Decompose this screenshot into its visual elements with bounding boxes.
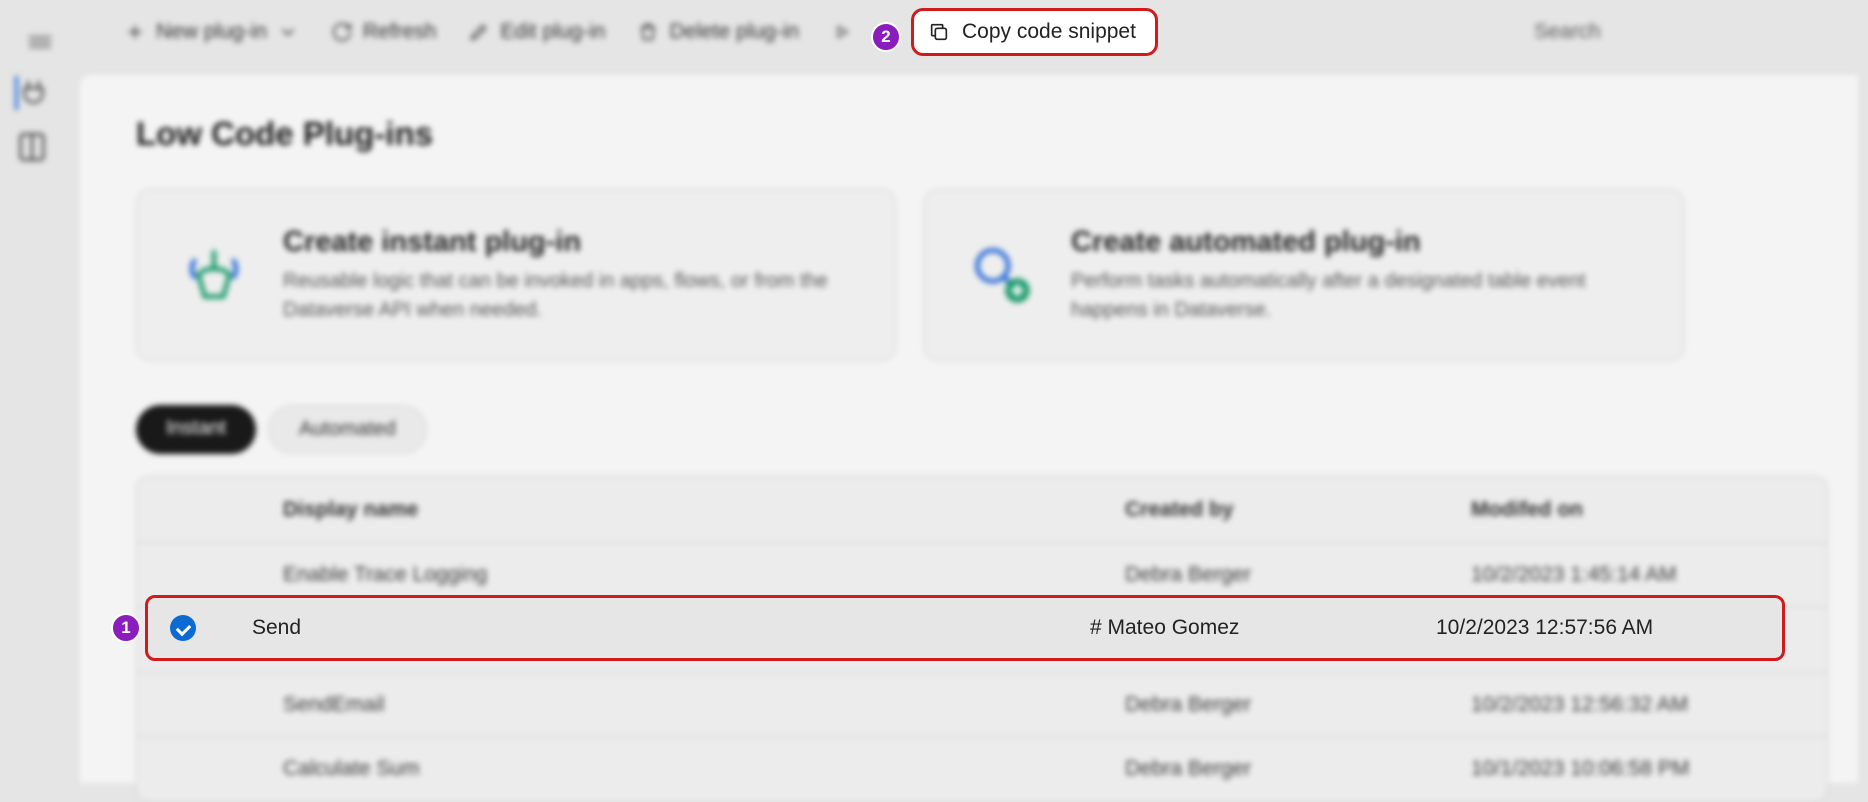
chevron-down-icon (277, 21, 299, 43)
cell-created: Debra Berger (1125, 563, 1471, 587)
cell-modified: 10/2/2023 1:45:14 AM (1471, 563, 1817, 587)
col-modified-on[interactable]: Modifed on (1471, 498, 1817, 522)
book-icon (15, 130, 49, 164)
rail-item-library[interactable] (15, 130, 49, 164)
plug-icon (18, 78, 49, 109)
table-row[interactable]: SendEmail Debra Berger 10/2/2023 12:56:3… (137, 673, 1827, 737)
main-content: Low Code Plug-ins Create instant plug-in… (80, 75, 1858, 783)
tab-instant[interactable]: Instant (136, 405, 256, 454)
card-automated-plugin[interactable]: Create automated plug-in Perform tasks a… (924, 189, 1684, 361)
rail-item-plugins[interactable] (15, 76, 49, 110)
play-icon (833, 23, 851, 41)
col-display-name[interactable]: Display name (203, 498, 1125, 522)
cell-name: Enable Trace Logging (203, 563, 1125, 587)
delete-plugin-label: Delete plug-in (669, 20, 799, 44)
row-checkbox-selected[interactable] (170, 615, 196, 641)
cell-created: # Mateo Gomez (1090, 616, 1436, 640)
delete-plugin-button[interactable]: Delete plug-in (623, 10, 813, 54)
hamburger-menu[interactable] (22, 24, 58, 60)
search-field[interactable] (1137, 20, 1868, 44)
cell-name: Send (214, 616, 1090, 640)
cell-created: Debra Berger (1125, 693, 1471, 717)
copy-code-snippet-button[interactable]: Copy code snippet (911, 8, 1158, 56)
new-plugin-button[interactable]: New plug-in (110, 10, 313, 54)
trash-icon (637, 21, 659, 43)
card-automated-desc: Perform tasks automatically after a desi… (1071, 267, 1643, 325)
refresh-icon (331, 21, 353, 43)
edit-plugin-label: Edit plug-in (500, 20, 605, 44)
left-rail (10, 76, 54, 164)
search-input[interactable] (1534, 20, 1834, 44)
card-instant-title: Create instant plug-in (283, 226, 855, 259)
card-instant-desc: Reusable logic that can be invoked in ap… (283, 267, 855, 325)
cell-modified: 10/2/2023 12:57:56 AM (1436, 616, 1782, 640)
copy-snippet-label: Copy code snippet (962, 20, 1136, 44)
tap-icon (177, 238, 251, 312)
copy-icon (928, 21, 950, 43)
table-header-row: Display name Created by Modifed on (137, 477, 1827, 543)
cell-name: Calculate Sum (203, 757, 1125, 781)
create-cards: Create instant plug-in Reusable logic th… (136, 189, 1828, 361)
selected-row-send[interactable]: Send # Mateo Gomez 10/2/2023 12:57:56 AM (145, 595, 1785, 661)
run-button[interactable] (819, 13, 865, 51)
refresh-label: Refresh (363, 20, 437, 44)
cell-created: Debra Berger (1125, 757, 1471, 781)
plug-search-icon (965, 238, 1039, 312)
tab-bar: Instant Automated (136, 405, 1828, 454)
pencil-icon (468, 21, 490, 43)
card-instant-plugin[interactable]: Create instant plug-in Reusable logic th… (136, 189, 896, 361)
cell-modified: 10/1/2023 10:06:58 PM (1471, 757, 1817, 781)
plus-icon (124, 21, 146, 43)
refresh-button[interactable]: Refresh (317, 10, 451, 54)
col-created-by[interactable]: Created by (1125, 498, 1471, 522)
table-row[interactable]: Calculate Sum Debra Berger 10/1/2023 10:… (137, 737, 1827, 801)
step-badge-2: 2 (871, 22, 901, 52)
card-automated-title: Create automated plug-in (1071, 226, 1643, 259)
new-plugin-label: New plug-in (156, 20, 267, 44)
tab-automated[interactable]: Automated (268, 405, 427, 454)
cell-modified: 10/2/2023 12:56:32 AM (1471, 693, 1817, 717)
cell-name: SendEmail (203, 693, 1125, 717)
step-badge-1: 1 (111, 613, 141, 643)
page-title: Low Code Plug-ins (136, 115, 1828, 153)
edit-plugin-button[interactable]: Edit plug-in (454, 10, 619, 54)
